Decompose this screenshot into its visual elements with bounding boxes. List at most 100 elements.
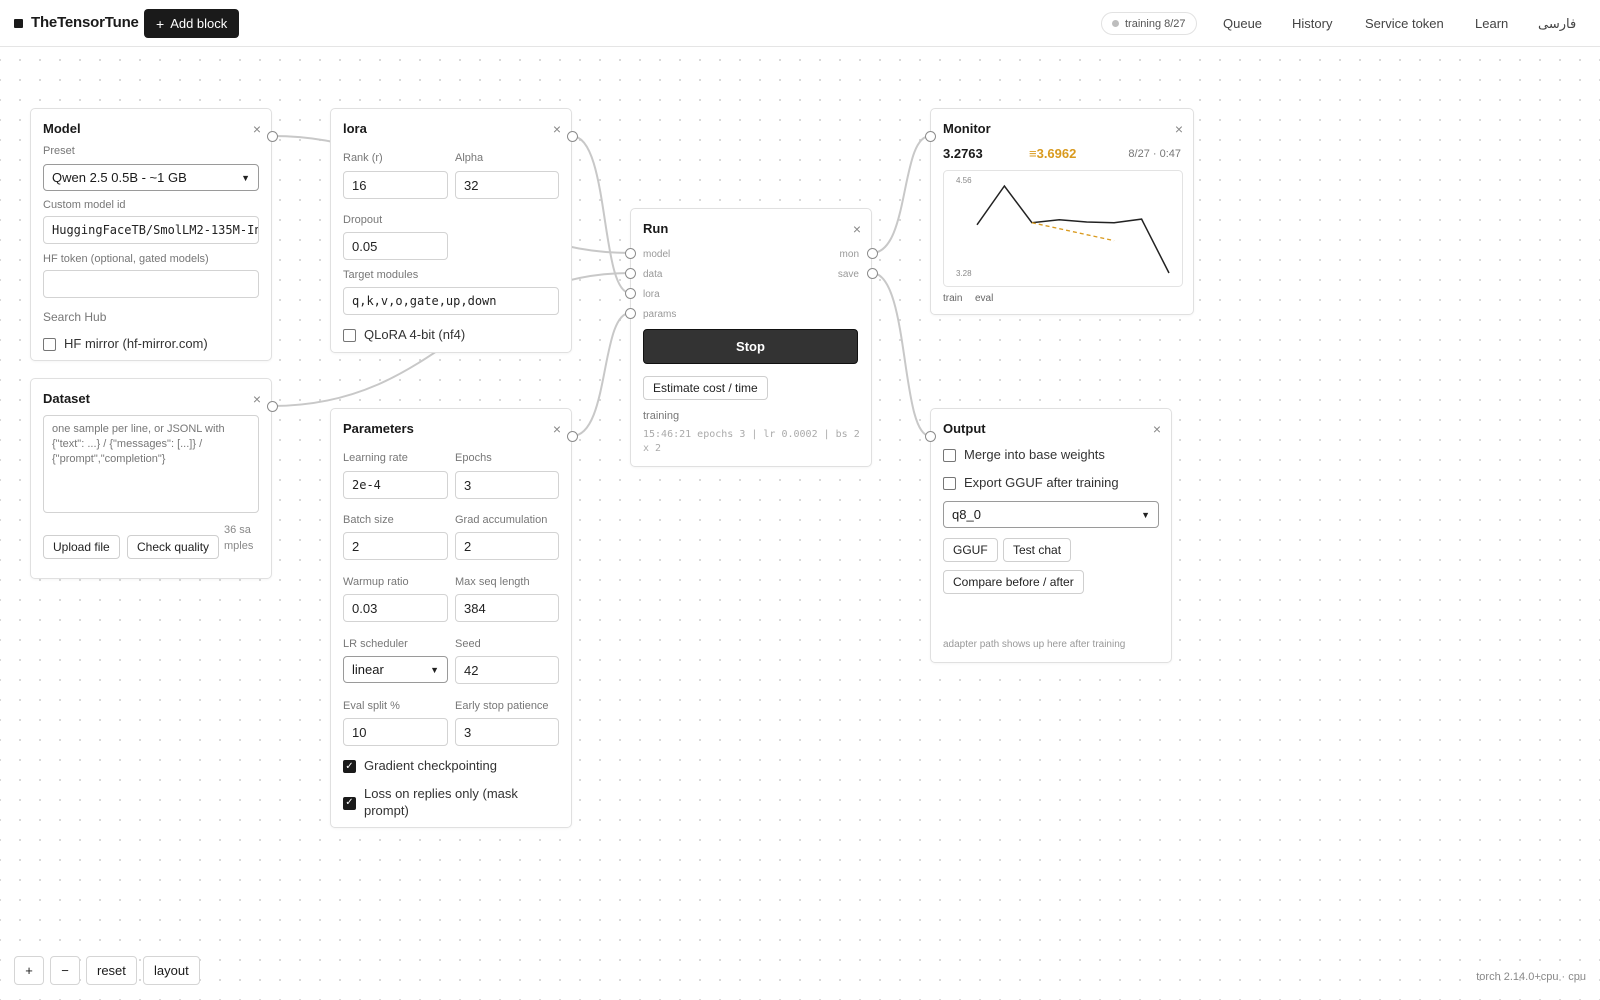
target-modules-input[interactable]: q,k,v,o,gate,up,down <box>343 287 559 315</box>
epochs-input[interactable]: 3 <box>455 471 559 499</box>
close-icon[interactable]: × <box>853 221 861 237</box>
export-gguf-checkbox[interactable]: Export GGUF after training <box>943 475 1119 490</box>
test-chat-button[interactable]: Test chat <box>1003 538 1072 562</box>
close-icon[interactable]: × <box>553 421 561 437</box>
rank-label: Rank (r) <box>343 152 383 164</box>
port-mon-in[interactable] <box>925 131 936 142</box>
block-title: Run <box>643 221 669 236</box>
compare-button[interactable]: Compare before / after <box>943 570 1084 594</box>
checkbox-checked[interactable]: ✓ <box>343 760 356 773</box>
checkbox-checked[interactable]: ✓ <box>343 796 356 810</box>
quantization-value: q8_0 <box>952 507 981 522</box>
port-save-out[interactable] <box>867 268 878 279</box>
wire-run-output <box>871 272 931 437</box>
logo-icon <box>14 19 23 28</box>
nav-language[interactable]: فارسی <box>1538 16 1576 32</box>
close-icon[interactable]: × <box>253 121 261 137</box>
zoom-in-button[interactable]: + <box>14 956 44 985</box>
nav-queue[interactable]: Queue <box>1223 16 1262 31</box>
nav-learn[interactable]: Learn <box>1475 16 1508 31</box>
upload-file-button[interactable]: Upload file <box>43 535 120 559</box>
port-data-in[interactable] <box>625 268 636 279</box>
preset-label: Preset <box>43 145 75 157</box>
reset-button[interactable]: reset <box>86 956 137 985</box>
port-model-out[interactable] <box>267 131 278 142</box>
output-block[interactable]: Output × Merge into base weights Export … <box>925 408 1172 663</box>
eval-split-input[interactable]: 10 <box>343 718 448 746</box>
block-title: Model <box>43 121 81 136</box>
stop-button[interactable]: Stop <box>643 329 858 364</box>
estimate-cost-button[interactable]: Estimate cost / time <box>643 376 768 400</box>
grad-accum-input[interactable]: 2 <box>455 532 559 560</box>
checkbox[interactable] <box>343 329 356 342</box>
close-icon[interactable]: × <box>553 121 561 137</box>
lora-block[interactable]: lora × Rank (r) 16 Alpha 32 Dropout 0.05… <box>330 108 578 353</box>
layout-button[interactable]: layout <box>143 956 200 985</box>
warmup-input[interactable]: 0.03 <box>343 594 448 622</box>
dataset-textarea[interactable]: one sample per line, or JSONL with {"tex… <box>43 415 259 513</box>
dataset-block[interactable]: Dataset × one sample per line, or JSONL … <box>30 378 278 579</box>
epochs-label: Epochs <box>455 452 492 464</box>
chevron-down-icon: ▼ <box>430 664 439 675</box>
nav-service-token[interactable]: Service token <box>1365 16 1444 31</box>
progress-text: 8/27 · 0:47 <box>1128 148 1181 160</box>
check-quality-button[interactable]: Check quality <box>127 535 220 559</box>
gguf-button[interactable]: GGUF <box>943 538 998 562</box>
alpha-input[interactable]: 32 <box>455 171 559 199</box>
mask-prompt-checkbox[interactable]: ✓ Loss on replies only (mask prompt) <box>343 785 553 819</box>
early-stop-input[interactable]: 3 <box>455 718 559 746</box>
block-title: Dataset <box>43 391 90 406</box>
merge-weights-label: Merge into base weights <box>964 447 1105 462</box>
preset-value: Qwen 2.5 0.5B - ~1 GB <box>52 170 187 185</box>
max-seq-input[interactable]: 384 <box>455 594 559 622</box>
port-params-out[interactable] <box>567 431 578 442</box>
model-block[interactable]: Model × Preset Qwen 2.5 0.5B - ~1 GB ▼ C… <box>30 108 278 361</box>
dropout-input[interactable]: 0.05 <box>343 232 448 260</box>
batch-size-input[interactable]: 2 <box>343 532 448 560</box>
hf-token-input[interactable] <box>43 270 259 298</box>
port-label-params: params <box>643 309 677 320</box>
quantization-select[interactable]: q8_0 ▼ <box>943 501 1159 528</box>
monitor-block[interactable]: Monitor × 3.2763 ≡3.6962 8/27 · 0:47 4.5… <box>925 108 1194 315</box>
seed-input[interactable]: 42 <box>455 656 559 684</box>
parameters-block[interactable]: Parameters × Learning rate 2e-4 Epochs 3… <box>330 408 578 828</box>
port-label-save: save <box>837 269 859 280</box>
learning-rate-input[interactable]: 2e-4 <box>343 471 448 499</box>
eval-split-label: Eval split % <box>343 700 400 712</box>
checkbox[interactable] <box>943 477 956 490</box>
custom-model-input[interactable]: HuggingFaceTB/SmolLM2-135M-Instruct <box>43 216 259 244</box>
port-dataset-out[interactable] <box>267 401 278 412</box>
qlora-checkbox[interactable]: QLoRA 4-bit (nf4) <box>343 327 465 342</box>
alpha-label: Alpha <box>455 152 484 164</box>
block-title: lora <box>343 121 367 136</box>
port-save-in[interactable] <box>925 431 936 442</box>
export-gguf-label: Export GGUF after training <box>964 475 1119 490</box>
rank-input[interactable]: 16 <box>343 171 448 199</box>
hf-mirror-checkbox[interactable]: HF mirror (hf-mirror.com) <box>43 336 208 351</box>
hf-token-label: HF token (optional, gated models) <box>43 253 209 265</box>
search-hub-link[interactable]: Search Hub <box>43 310 106 324</box>
port-params-in[interactable] <box>625 308 636 319</box>
nav-history[interactable]: History <box>1292 16 1332 31</box>
preset-select[interactable]: Qwen 2.5 0.5B - ~1 GB ▼ <box>43 164 259 191</box>
top-bar: TheTensorTune + Add block training 8/27 … <box>0 0 1600 47</box>
port-mon-out[interactable] <box>867 248 878 259</box>
eval-loss-value: ≡3.6962 <box>1029 146 1077 161</box>
port-model-in[interactable] <box>625 248 636 259</box>
port-lora-in[interactable] <box>625 288 636 299</box>
checkbox[interactable] <box>943 449 956 462</box>
close-icon[interactable]: × <box>1153 421 1161 437</box>
checkbox[interactable] <box>43 338 56 351</box>
merge-weights-checkbox[interactable]: Merge into base weights <box>943 447 1105 462</box>
training-status-text: training 8/27 <box>1125 17 1186 30</box>
run-block[interactable]: Run × model data lora params mon save St… <box>625 208 878 467</box>
close-icon[interactable]: × <box>1175 121 1183 137</box>
port-lora-out[interactable] <box>567 131 578 142</box>
learning-rate-label: Learning rate <box>343 452 408 464</box>
target-modules-label: Target modules <box>343 269 419 281</box>
lr-scheduler-select[interactable]: linear ▼ <box>343 656 448 683</box>
add-block-button[interactable]: + Add block <box>144 9 240 38</box>
close-icon[interactable]: × <box>253 391 261 407</box>
gradient-checkpointing-checkbox[interactable]: ✓ Gradient checkpointing <box>343 758 497 773</box>
zoom-out-button[interactable]: − <box>50 956 80 985</box>
